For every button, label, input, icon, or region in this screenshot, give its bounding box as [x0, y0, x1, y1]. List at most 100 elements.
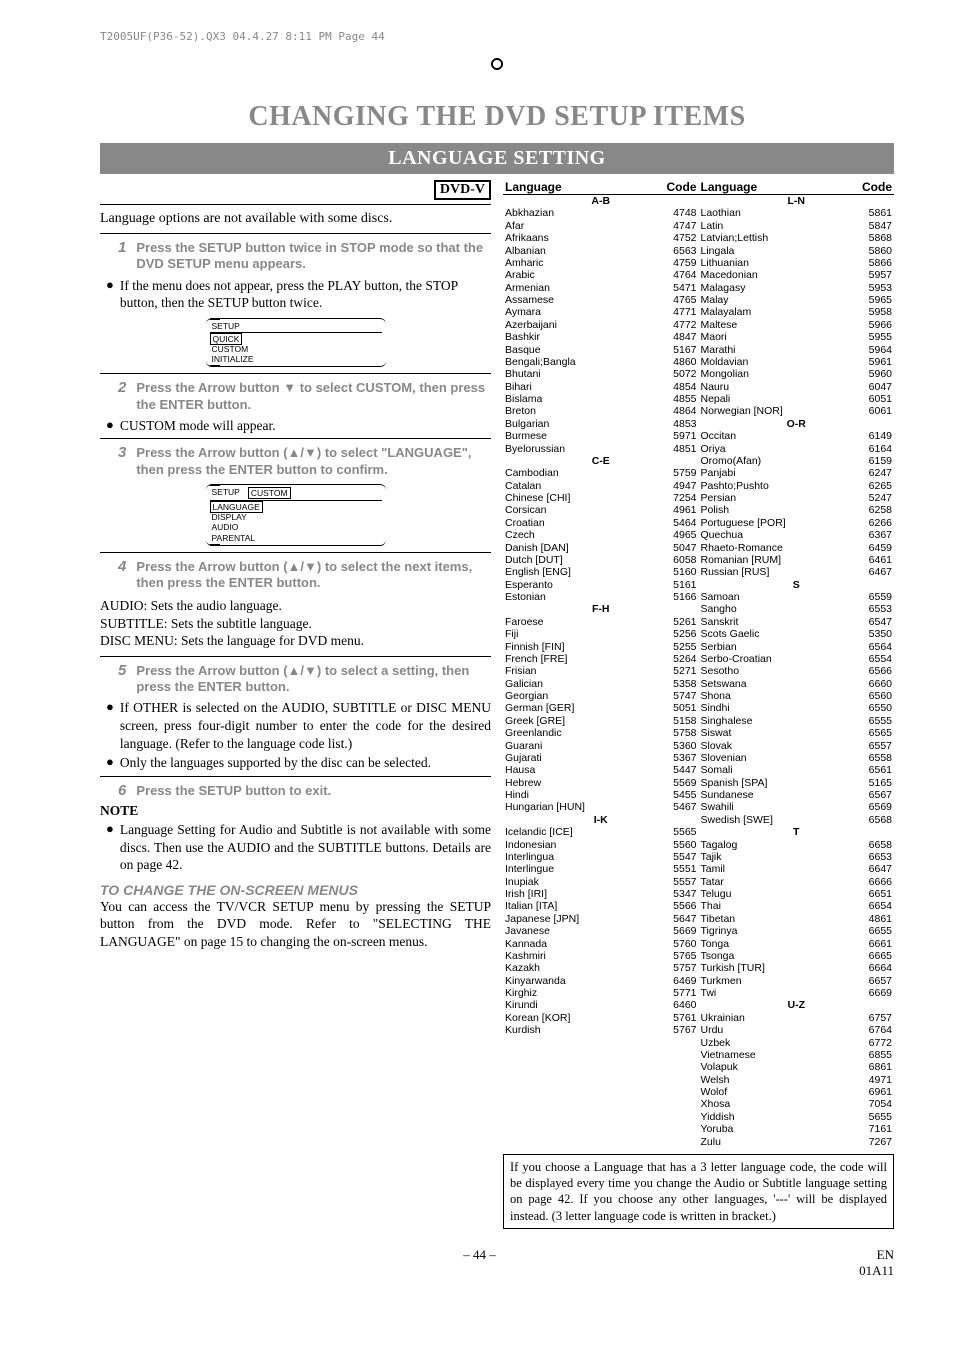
lang-entry: Czech4965: [505, 529, 697, 541]
lang-entry: Bashkir4847: [505, 331, 697, 343]
note-bullet: Language Setting for Audio and Subtitle …: [120, 821, 491, 874]
lang-entry: Spanish [SPA]5165: [701, 777, 893, 789]
lang-entry: Bihari4854: [505, 381, 697, 393]
lang-entry: Hindi5455: [505, 789, 697, 801]
lang-entry: Urdu6764: [701, 1024, 893, 1036]
lang-entry: Bengali;Bangla4860: [505, 356, 697, 368]
lang-entry: Bhutani5072: [505, 368, 697, 380]
menu2-item-0: LANGUAGE: [210, 501, 263, 513]
lang-entry: Lithuanian5866: [701, 257, 893, 269]
step-5-number: 5: [118, 663, 126, 696]
language-column-left: A-BAbkhazian4748Afar4747Afrikaans4752Alb…: [503, 195, 699, 1148]
lang-entry: Albanian6563: [505, 245, 697, 257]
lang-entry: Mongolian5960: [701, 368, 893, 380]
lang-entry: Laothian5861: [701, 207, 893, 219]
lang-entry: Slovenian6558: [701, 752, 893, 764]
menu2-top-right: CUSTOM: [248, 487, 291, 499]
lang-entry: Sindhi6550: [701, 702, 893, 714]
lang-entry: Tsonga6665: [701, 950, 893, 962]
lang-entry: French [FRE]5264: [505, 653, 697, 665]
lang-entry: Kirghiz5771: [505, 987, 697, 999]
lang-entry: Polish6258: [701, 504, 893, 516]
lang-entry: Latvian;Lettish5868: [701, 232, 893, 244]
lang-entry: Yoruba7161: [701, 1123, 893, 1135]
lang-entry: Kashmiri5765: [505, 950, 697, 962]
lang-entry: Interlingue5551: [505, 863, 697, 875]
lang-entry: Oromo(Afan)6159: [701, 455, 893, 467]
note-heading: NOTE: [100, 803, 491, 819]
menu1-item-1: CUSTOM: [210, 344, 251, 354]
lang-entry: Russian [RUS]6467: [701, 566, 893, 578]
lang-entry: Kinyarwanda6469: [505, 975, 697, 987]
lang-entry: Aymara4771: [505, 306, 697, 318]
lang-group-heading: I-K: [505, 814, 697, 826]
lang-entry: Marathi5964: [701, 344, 893, 356]
lang-entry: Galician5358: [505, 678, 697, 690]
subtitle-line: SUBTITLE: Sets the subtitle language.: [100, 615, 491, 633]
menu2-item-2: AUDIO: [210, 522, 241, 532]
step-2-text: Press the Arrow button ▼ to select CUSTO…: [136, 380, 491, 413]
step-6-number: 6: [118, 783, 126, 800]
lang-entry: Sundanese6567: [701, 789, 893, 801]
lang-entry: Breton4864: [505, 405, 697, 417]
lang-entry: Irish [IRI]5347: [505, 888, 697, 900]
lang-entry: Swahili6569: [701, 801, 893, 813]
page-title: CHANGING THE DVD SETUP ITEMS: [100, 101, 894, 133]
lang-entry: Setswana6660: [701, 678, 893, 690]
lang-entry: Kazakh5757: [505, 962, 697, 974]
footer-en: EN: [877, 1247, 894, 1262]
bullet-if-other: If OTHER is selected on the AUDIO, SUBTI…: [120, 699, 491, 752]
step-1-text: Press the SETUP button twice in STOP mod…: [136, 240, 491, 273]
lang-entry: Rhaeto-Romance6459: [701, 542, 893, 554]
lang-entry: Maori5955: [701, 331, 893, 343]
lang-group-heading: O-R: [701, 418, 893, 430]
lang-entry: Zulu7267: [701, 1136, 893, 1148]
lang-entry: Oriya6164: [701, 443, 893, 455]
lang-entry: Hebrew5569: [505, 777, 697, 789]
step-2-number: 2: [118, 380, 126, 413]
registration-mark-top: [488, 55, 506, 73]
lang-entry: Ukrainian6757: [701, 1012, 893, 1024]
lang-entry: Swedish [SWE]6568: [701, 814, 893, 826]
bullet-if-menu: If the menu does not appear, press the P…: [120, 277, 491, 312]
lang-entry: Sanskrit6547: [701, 616, 893, 628]
lang-entry: Catalan4947: [505, 480, 697, 492]
lang-entry: Kurdish5767: [505, 1024, 697, 1036]
lang-head-right-code: Code: [862, 180, 892, 194]
lang-entry: Panjabi6247: [701, 467, 893, 479]
menu2-item-3: PARENTAL: [210, 533, 258, 543]
lang-entry: Somali6561: [701, 764, 893, 776]
lang-group-heading: U-Z: [701, 999, 893, 1011]
lang-group-heading: L-N: [701, 195, 893, 207]
lang-entry: Finnish [FIN]5255: [505, 641, 697, 653]
lang-entry: Nauru6047: [701, 381, 893, 393]
lang-entry: Abkhazian4748: [505, 207, 697, 219]
lang-entry: Hausa5447: [505, 764, 697, 776]
lang-entry: Tonga6661: [701, 938, 893, 950]
lang-group-heading: T: [701, 826, 893, 838]
lang-entry: Welsh4971: [701, 1074, 893, 1086]
menu2-top-left: SETUP: [210, 487, 242, 499]
bullet-only-lang: Only the languages supported by the disc…: [120, 754, 431, 772]
menu1-item-0: QUICK: [210, 333, 243, 345]
footer-code: 01A11: [859, 1263, 894, 1278]
lang-entry: Georgian5747: [505, 690, 697, 702]
lang-entry: Cambodian5759: [505, 467, 697, 479]
page-number: – 44 –: [463, 1247, 496, 1279]
info-box: If you choose a Language that has a 3 le…: [503, 1154, 894, 1229]
lang-entry: Icelandic [ICE]5565: [505, 826, 697, 838]
step-3-text: Press the Arrow button (▲/▼) to select "…: [136, 445, 491, 478]
lang-entry: Chinese [CHI]7254: [505, 492, 697, 504]
lang-entry: Turkish [TUR]6664: [701, 962, 893, 974]
lang-entry: Azerbaijani4772: [505, 319, 697, 331]
step-3-number: 3: [118, 445, 126, 478]
lang-entry: Sesotho6566: [701, 665, 893, 677]
lang-entry: Singhalese6555: [701, 715, 893, 727]
lang-entry: Tigrinya6655: [701, 925, 893, 937]
lang-entry: Serbian6564: [701, 641, 893, 653]
dvd-v-badge: DVD-V: [434, 180, 491, 200]
lang-entry: Frisian5271: [505, 665, 697, 677]
lang-group-heading: F-H: [505, 603, 697, 615]
lang-entry: Italian [ITA]5566: [505, 900, 697, 912]
lang-entry: Yiddish5655: [701, 1111, 893, 1123]
